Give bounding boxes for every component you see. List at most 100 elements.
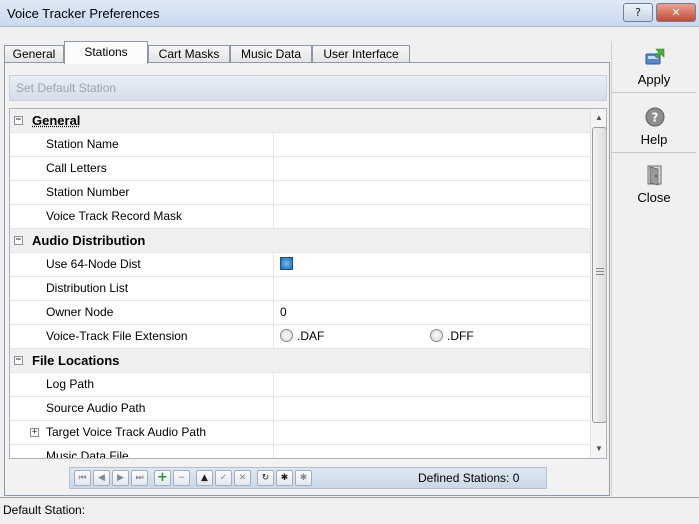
right-toolbar: Apply ? Help Close [611, 41, 696, 496]
scroll-up-arrow-icon[interactable]: ▲ [591, 109, 606, 126]
scroll-thumb[interactable] [592, 127, 606, 423]
tab-user-interface[interactable]: User Interface [312, 45, 410, 63]
property-name-cell: Log Path [10, 373, 274, 396]
category-audio-label: Audio Distribution [32, 233, 146, 248]
last-record-icon[interactable]: ⏭ [131, 470, 148, 486]
title-close-button[interactable]: ✕ [656, 3, 696, 22]
property-row[interactable]: + Target Voice Track Audio Path [10, 421, 590, 445]
title-bar: Voice Tracker Preferences ? ✕ [0, 0, 699, 27]
prev-record-icon[interactable]: ◀ [93, 470, 110, 486]
radio-daf[interactable]: .DAF [280, 325, 324, 348]
tab-stations[interactable]: Stations [64, 41, 148, 64]
music-file-label: Music Data File [46, 449, 129, 459]
property-row[interactable]: Station Number [10, 181, 590, 205]
station-number-label: Station Number [46, 185, 130, 199]
property-name-cell: + Target Voice Track Audio Path [10, 421, 274, 444]
category-files-header: − File Locations [10, 349, 590, 372]
expand-icon[interactable]: + [30, 428, 39, 437]
cancel-edit-icon[interactable]: ✕ [234, 470, 251, 486]
property-name-cell: Distribution List [10, 277, 274, 300]
call-letters-value[interactable] [275, 157, 590, 180]
target-audio-label: Target Voice Track Audio Path [46, 425, 207, 439]
help-label: Help [640, 132, 668, 147]
add-record-icon[interactable]: + [154, 470, 171, 486]
property-row[interactable]: Owner Node 0 [10, 301, 590, 325]
station-number-value[interactable] [275, 181, 590, 204]
property-name-cell: Call Letters [10, 157, 274, 180]
property-name-cell: Use 64-Node Dist [10, 253, 274, 276]
property-row[interactable]: Distribution List [10, 277, 590, 301]
collapse-icon[interactable]: − [14, 356, 23, 365]
property-row[interactable]: Log Path [10, 373, 590, 397]
next-record-icon[interactable]: ▶ [112, 470, 129, 486]
record-navigator: ⏮ ◀ ▶ ⏭ + − ▲ ✓ ✕ ↻ ✱ ✱ Defined Stations… [69, 467, 547, 489]
delete-record-icon[interactable]: − [173, 470, 190, 486]
help-button[interactable]: ? Help [612, 101, 696, 153]
record-mask-value[interactable] [275, 205, 590, 228]
collapse-icon[interactable]: − [14, 236, 23, 245]
property-row[interactable]: Station Name [10, 133, 590, 157]
scroll-down-arrow-icon[interactable]: ▼ [591, 440, 606, 457]
accept-edit-icon[interactable]: ✓ [215, 470, 232, 486]
category-general-label: General [32, 113, 81, 128]
radio-daf-label: .DAF [297, 329, 325, 343]
radio-dff-circle[interactable] [430, 329, 443, 343]
use64-value [275, 253, 590, 276]
property-name-cell: Voice Track Record Mask [10, 205, 274, 228]
star-icon[interactable]: ✱ [276, 470, 293, 486]
first-record-icon[interactable]: ⏮ [74, 470, 91, 486]
dist-list-label: Distribution List [46, 281, 129, 295]
category-audio-distribution[interactable]: − Audio Distribution [10, 229, 590, 253]
source-audio-value[interactable] [275, 397, 590, 420]
property-row[interactable]: Voice-Track File Extension .DAF .DFF [10, 325, 590, 349]
owner-node-value[interactable]: 0 [275, 301, 590, 324]
apply-icon [645, 48, 665, 65]
property-name-cell: Voice-Track File Extension [10, 325, 274, 348]
defined-stations-count: Defined Stations: 0 [418, 471, 520, 485]
radio-daf-circle[interactable] [280, 329, 293, 343]
target-audio-value[interactable] [275, 421, 590, 444]
file-ext-value: .DAF .DFF [275, 325, 590, 348]
use64-checkbox[interactable] [280, 257, 293, 271]
log-path-value[interactable] [275, 373, 590, 396]
move-up-icon[interactable]: ▲ [196, 470, 213, 486]
set-default-station-button[interactable]: Set Default Station [9, 75, 607, 101]
source-audio-label: Source Audio Path [46, 401, 146, 415]
dist-list-value[interactable] [275, 277, 590, 300]
property-row[interactable]: Use 64-Node Dist [10, 253, 590, 277]
radio-dff[interactable]: .DFF [430, 325, 474, 348]
door-icon [647, 165, 662, 186]
property-name-cell: Owner Node [10, 301, 274, 324]
star-clear-icon[interactable]: ✱ [295, 470, 312, 486]
property-row[interactable]: Source Audio Path [10, 397, 590, 421]
close-button[interactable]: Close [612, 159, 696, 211]
status-bar: Default Station: [0, 497, 699, 524]
property-name-cell: Music Data File [10, 445, 274, 459]
window-title: Voice Tracker Preferences [7, 6, 160, 21]
refresh-icon[interactable]: ↻ [257, 470, 274, 486]
close-label: Close [637, 190, 671, 205]
category-general[interactable]: − General [10, 109, 590, 133]
station-name-value[interactable] [275, 133, 590, 156]
tab-cart-masks[interactable]: Cart Masks [148, 45, 230, 63]
music-file-value[interactable] [275, 445, 590, 458]
tab-music-data[interactable]: Music Data [230, 45, 312, 63]
radio-dff-label: .DFF [447, 329, 474, 343]
category-file-locations[interactable]: − File Locations [10, 349, 590, 373]
call-letters-label: Call Letters [46, 161, 107, 175]
tab-general[interactable]: General [4, 45, 64, 63]
property-row[interactable]: Voice Track Record Mask [10, 205, 590, 229]
vertical-scrollbar[interactable]: ▲ ▼ [590, 109, 606, 458]
file-ext-label: Voice-Track File Extension [46, 329, 188, 343]
property-row[interactable]: Music Data File [10, 445, 590, 459]
grip-icon [596, 268, 604, 275]
title-help-button[interactable]: ? [623, 3, 653, 22]
apply-button[interactable]: Apply [612, 41, 696, 93]
property-grid: − General Station Name Call Letters Stat… [9, 108, 607, 459]
property-name-cell: Source Audio Path [10, 397, 274, 420]
collapse-icon[interactable]: − [14, 116, 23, 125]
property-row[interactable]: Call Letters [10, 157, 590, 181]
help-icon: ? [645, 107, 665, 127]
property-name-cell: Station Name [10, 133, 274, 156]
category-audio-header: − Audio Distribution [10, 229, 590, 252]
